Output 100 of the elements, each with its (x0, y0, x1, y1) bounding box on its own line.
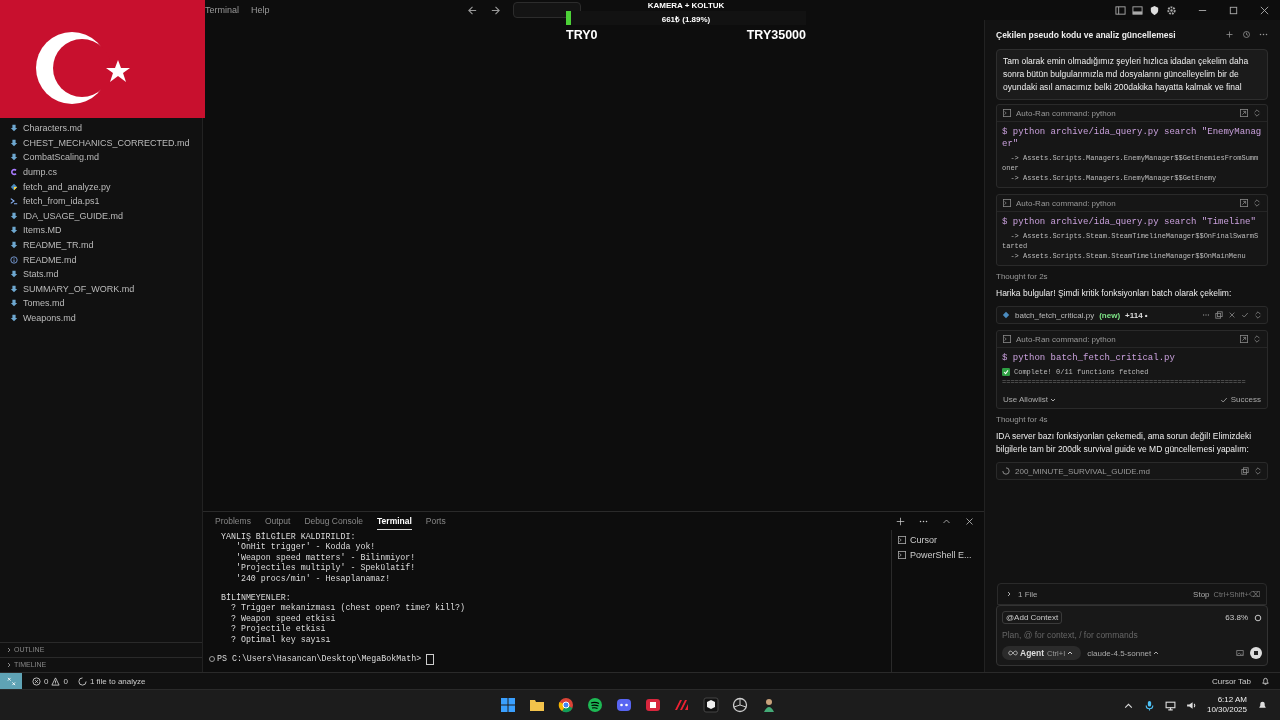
plus-icon[interactable] (896, 516, 905, 526)
terminal-list-item[interactable]: Cursor (898, 532, 978, 547)
file-item[interactable]: SUMMARY_OF_WORK.md (0, 281, 202, 297)
file-item[interactable]: README_TR.md (0, 237, 202, 253)
remote-button[interactable] (0, 672, 22, 690)
check-icon (1219, 395, 1228, 404)
success-status: Success (1230, 395, 1261, 404)
search-field[interactable] (512, 2, 581, 18)
menu-item[interactable]: Help (251, 5, 270, 15)
chat-input[interactable]: Plan, @ for context, / for commands (1002, 630, 1262, 640)
terminal-line: 'OnHit trigger' - Kodda yok! (234, 542, 377, 553)
browser-icon[interactable] (558, 697, 574, 713)
panel-tab[interactable]: Terminal (377, 512, 412, 530)
file-card[interactable]: 200_MINUTE_SURVIVAL_GUIDE.md (996, 462, 1268, 480)
start-icon[interactable] (500, 697, 516, 713)
clock-time[interactable]: 6:12 AM (1217, 695, 1247, 705)
file-item[interactable]: README.md (0, 252, 202, 267)
forward-arrow-icon[interactable] (489, 4, 501, 16)
expand-icon[interactable] (1254, 467, 1262, 475)
file-item[interactable]: IDA_USAGE_GUIDE.md (0, 208, 202, 224)
infinity-icon (1008, 650, 1018, 656)
ring-icon (1254, 613, 1262, 622)
files-label[interactable]: 1 File (1018, 589, 1038, 599)
chevron-up-icon (1067, 650, 1074, 656)
warning-icon (51, 676, 61, 686)
terminal-prompt: PS C:\Users\Hasancan\Desktop\MegaBokMath> (216, 654, 422, 665)
remote-icon (6, 676, 16, 686)
file-card[interactable]: batch_fetch_critical.py (new) +114 • (996, 306, 1268, 324)
expand-icon[interactable] (1253, 335, 1261, 343)
copy-icon[interactable] (1215, 311, 1223, 319)
close-icon[interactable] (1259, 4, 1270, 16)
thought-label[interactable]: Thought for 2s (996, 272, 1268, 281)
copy-icon[interactable] (1241, 467, 1249, 475)
history-icon[interactable] (1242, 30, 1251, 39)
cube-icon[interactable] (703, 697, 719, 713)
back-arrow-icon[interactable] (466, 4, 478, 16)
expand-icon[interactable] (1254, 311, 1262, 319)
panel-icon[interactable] (1132, 4, 1143, 16)
problems-status[interactable]: 0 0 (32, 676, 68, 686)
c-icon (10, 168, 18, 177)
bell-icon[interactable] (1261, 676, 1270, 686)
clock-date[interactable]: 10/30/2025 (1206, 705, 1247, 715)
speaker-icon[interactable] (1185, 699, 1197, 711)
stop-button[interactable]: Stop (1193, 589, 1210, 599)
settings-icon[interactable] (1166, 4, 1177, 16)
add-context-button[interactable]: @Add Context (1002, 611, 1063, 624)
close-icon[interactable] (965, 516, 974, 526)
file-item[interactable]: Characters.md (0, 121, 202, 136)
expand-icon[interactable] (1253, 199, 1261, 207)
panel-tab[interactable]: Problems (215, 512, 251, 530)
app-icon[interactable] (645, 697, 661, 713)
file-item[interactable]: dump.cs (0, 164, 202, 180)
file-item[interactable]: fetch_and_analyze.py (0, 179, 202, 194)
model-selector[interactable]: claude-4.5-sonnet (1087, 648, 1162, 658)
expand-icon[interactable] (1253, 109, 1261, 117)
music-app-icon[interactable] (587, 697, 603, 713)
file-item[interactable]: Stats.md (0, 266, 202, 282)
check-icon[interactable] (1241, 311, 1249, 319)
aperture-icon[interactable] (732, 697, 748, 713)
notification-icon[interactable] (1257, 699, 1268, 711)
open-icon[interactable] (1240, 199, 1248, 207)
allowlist-dropdown[interactable]: Use Allowlist (1003, 395, 1058, 404)
image-icon[interactable] (1236, 649, 1244, 657)
command-header: Auto-Ran command: python (1016, 198, 1117, 208)
slash-logo-icon[interactable] (674, 697, 690, 713)
monitor-icon[interactable] (1164, 699, 1176, 711)
panel-tab[interactable]: Ports (425, 512, 446, 530)
cursor-tab-status[interactable]: Cursor Tab (1212, 676, 1251, 686)
maximize-icon[interactable] (1228, 4, 1239, 16)
file-item[interactable]: CombatScaling.md (0, 150, 202, 165)
chevron-right-icon (6, 647, 12, 653)
file-item[interactable]: Items.MD (0, 223, 202, 238)
character-icon[interactable] (761, 697, 777, 713)
file-item[interactable]: fetch_from_ida.ps1 (0, 193, 202, 209)
sidebar-icon[interactable] (1115, 4, 1126, 16)
terminal-icon (10, 197, 18, 206)
folder-icon[interactable] (529, 697, 545, 713)
menu-item[interactable]: Terminal (205, 5, 239, 15)
file-item[interactable]: CHEST_MECHANICS_CORRECTED.md (0, 135, 202, 151)
close-icon[interactable] (1228, 311, 1236, 319)
microphone-icon[interactable] (1143, 699, 1155, 711)
open-icon[interactable] (1240, 109, 1248, 117)
chat-title: Çekilen pseudo kodu ve analiz güncellemesi (996, 29, 1177, 40)
shield-icon[interactable] (1149, 4, 1160, 16)
file-item[interactable]: Weapons.md (0, 310, 202, 326)
stop-icon[interactable] (1250, 647, 1262, 659)
plus-icon[interactable] (1225, 30, 1234, 39)
spinner-icon (77, 676, 87, 686)
analyze-status[interactable]: 1 file to analyze (77, 676, 146, 686)
open-icon[interactable] (1240, 335, 1248, 343)
terminal-list-item[interactable]: PowerShell E... (898, 547, 978, 562)
terminal-icon (898, 535, 906, 544)
new-tag: (new) (1099, 310, 1121, 320)
file-item[interactable]: Tomes.md (0, 296, 202, 311)
terminal-line: ? Trigger mekanizması (chest open? time? kill?) (229, 603, 466, 614)
panel-tab[interactable]: Debug Console (304, 512, 364, 530)
command-header: Auto-Ran command: python (1016, 108, 1117, 118)
panel-tab[interactable]: Output (264, 512, 291, 530)
thought-label[interactable]: Thought for 4s (996, 415, 1268, 424)
chat-app-icon[interactable] (616, 697, 632, 713)
